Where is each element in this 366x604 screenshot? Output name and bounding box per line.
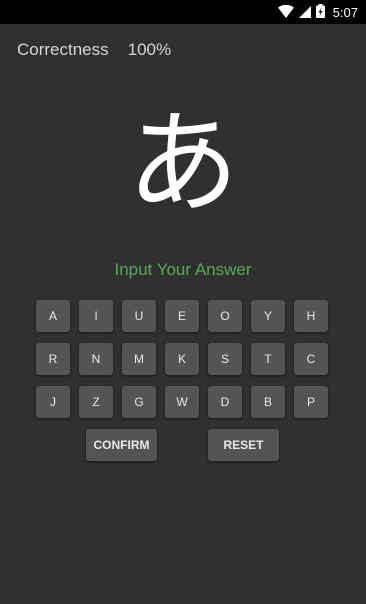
key-g[interactable]: G [122, 386, 156, 418]
wifi-icon [277, 3, 294, 22]
key-y[interactable]: Y [251, 300, 285, 332]
key-p[interactable]: P [294, 386, 328, 418]
key-i[interactable]: I [79, 300, 113, 332]
key-m[interactable]: M [122, 343, 156, 375]
key-s[interactable]: S [208, 343, 242, 375]
key-a[interactable]: A [36, 300, 70, 332]
key-h[interactable]: H [294, 300, 328, 332]
key-b[interactable]: B [251, 386, 285, 418]
status-icons: 5:07 [277, 3, 358, 22]
key-z[interactable]: Z [79, 386, 113, 418]
correctness-display: Correctness 100% [17, 40, 171, 60]
key-t[interactable]: T [251, 343, 285, 375]
key-d[interactable]: D [208, 386, 242, 418]
key-c[interactable]: C [294, 343, 328, 375]
key-j[interactable]: J [36, 386, 70, 418]
key-o[interactable]: O [208, 300, 242, 332]
correctness-value: 100% [127, 40, 172, 59]
answer-prompt: Input Your Answer [114, 260, 252, 279]
correctness-label: Correctness [17, 40, 109, 59]
key-e[interactable]: E [165, 300, 199, 332]
question-kana: あ [127, 99, 239, 229]
key-k[interactable]: K [165, 343, 199, 375]
reset-button[interactable]: RESET [208, 429, 279, 461]
cell-signal-icon [298, 3, 311, 22]
key-r[interactable]: R [36, 343, 70, 375]
key-u[interactable]: U [122, 300, 156, 332]
battery-icon [315, 3, 325, 22]
status-time: 5:07 [332, 4, 358, 20]
key-n[interactable]: N [79, 343, 113, 375]
key-w[interactable]: W [165, 386, 199, 418]
app-screen: Correctness 100% あ Input Your Answer A I… [0, 24, 366, 604]
status-bar: 5:07 [0, 0, 366, 24]
confirm-button[interactable]: CONFIRM [86, 429, 157, 461]
